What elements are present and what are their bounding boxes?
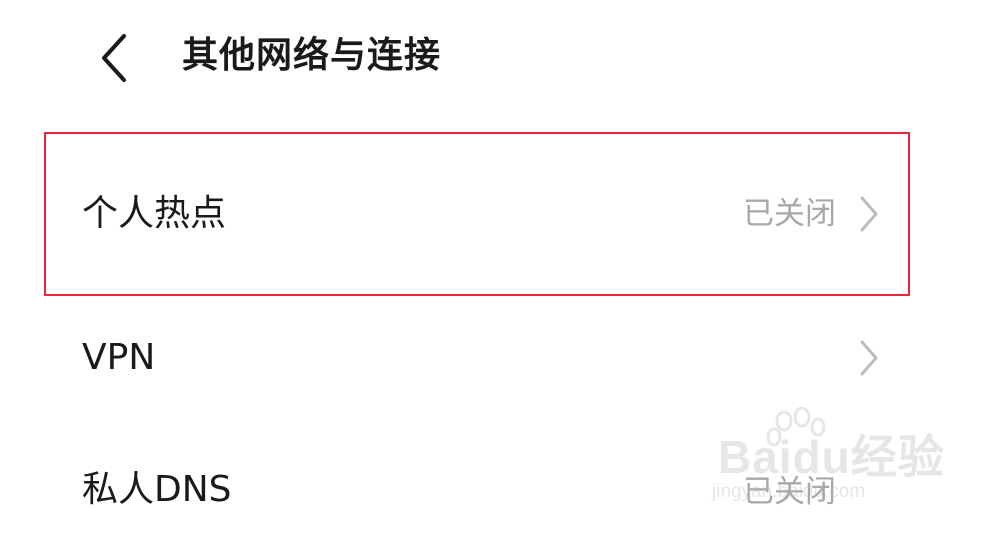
- list-item-label: 个人热点: [82, 193, 227, 234]
- chevron-left-icon: [102, 34, 126, 82]
- list-item-status: 已关闭: [743, 196, 836, 232]
- chevron-right-icon: [860, 196, 878, 232]
- chevron-right-icon: [860, 340, 878, 376]
- list-item-status: 已关闭: [743, 474, 836, 510]
- back-button[interactable]: [86, 26, 142, 90]
- list-item-hotspot[interactable]: 个人热点 已关闭: [46, 130, 912, 296]
- screen: 其他网络与连接 个人热点 已关闭 VPN 私人DNS 已关闭 Baidu经验 j…: [0, 0, 1004, 539]
- list-item-label: 私人DNS: [82, 469, 232, 510]
- page-title: 其他网络与连接: [182, 35, 442, 76]
- header: 其他网络与连接: [0, 18, 1004, 98]
- list-item-label: VPN: [82, 337, 156, 378]
- list-item-private-dns[interactable]: 私人DNS 已关闭: [46, 430, 912, 539]
